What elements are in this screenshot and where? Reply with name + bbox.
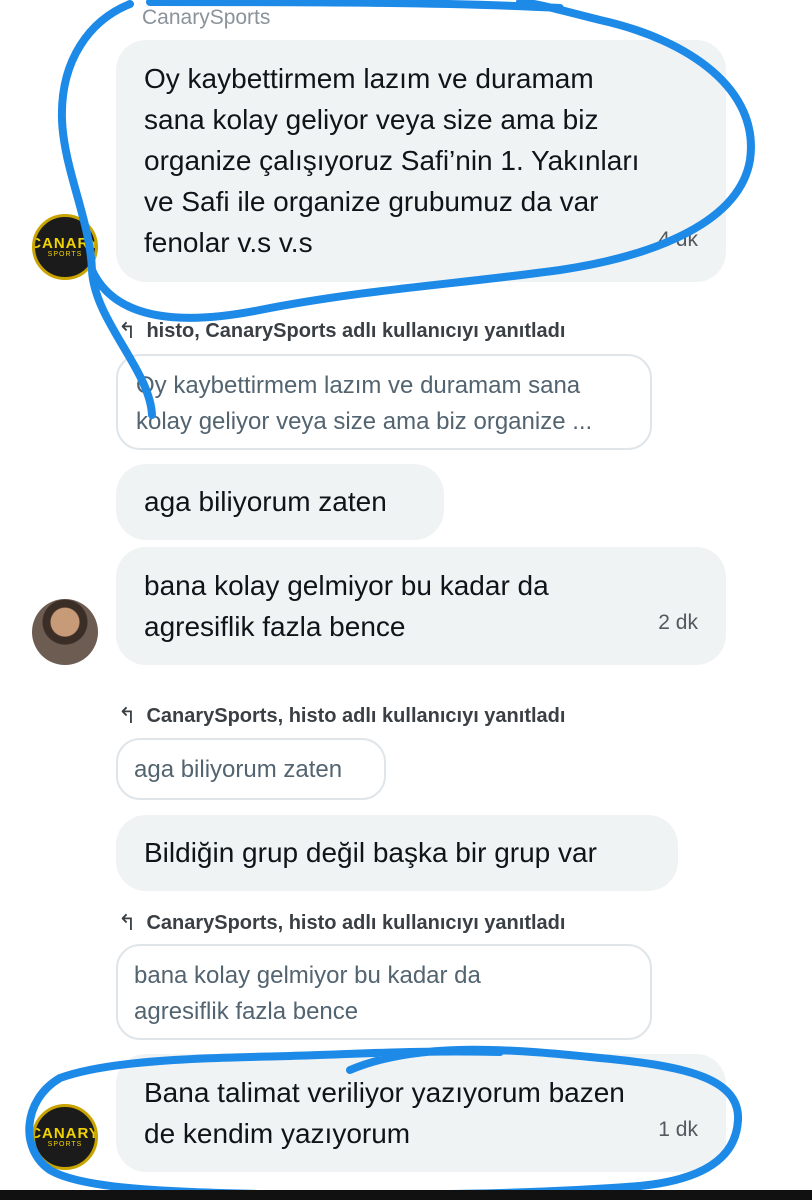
- avatar-logo-subtext: SPORTS: [47, 1140, 83, 1148]
- avatar-logo-text: CANARY: [32, 1124, 98, 1142]
- message-text: aga biliyorum zaten: [144, 486, 387, 517]
- message-text: Bildiğin grup değil başka bir grup var: [144, 837, 597, 868]
- message-bubble[interactable]: Oy kaybettirmem lazım ve duramam sana ko…: [116, 40, 726, 282]
- quoted-message[interactable]: Oy kaybettirmem lazım ve duramam sana ko…: [116, 354, 652, 450]
- reply-header-text: CanarySports, histo adlı kullanıcıyı yan…: [146, 704, 566, 727]
- message-time: 2 dk: [658, 611, 698, 634]
- bottom-edge-bar: [0, 1190, 812, 1200]
- user-avatar[interactable]: [32, 599, 98, 665]
- message-time: 4 dk: [658, 228, 698, 251]
- reply-header: ↰ histo, CanarySports adlı kullanıcıyı y…: [118, 318, 565, 344]
- message-text: Bana talimat veriliyor yazıyorum bazen d…: [144, 1077, 625, 1149]
- canary-avatar[interactable]: CANARY SPORTS: [32, 1104, 98, 1170]
- reply-arrow-icon: ↰: [118, 703, 137, 728]
- message-bubble[interactable]: Bildiğin grup değil başka bir grup var: [116, 815, 678, 891]
- message-text: Oy kaybettirmem lazım ve duramam sana ko…: [144, 63, 640, 258]
- message-bubble[interactable]: aga biliyorum zaten: [116, 464, 444, 540]
- message-bubble[interactable]: bana kolay gelmiyor bu kadar da agresifl…: [116, 547, 726, 665]
- reply-arrow-icon: ↰: [118, 910, 137, 935]
- message-time: 1 dk: [658, 1118, 698, 1141]
- reply-header-text: CanarySports, histo adlı kullanıcıyı yan…: [146, 911, 566, 934]
- quoted-message[interactable]: aga biliyorum zaten: [116, 738, 386, 800]
- reply-header: ↰ CanarySports, histo adlı kullanıcıyı y…: [118, 703, 565, 729]
- avatar-logo-subtext: SPORTS: [47, 250, 83, 258]
- sender-name: CanarySports: [142, 6, 271, 29]
- message-text: bana kolay gelmiyor bu kadar da agresifl…: [144, 570, 549, 642]
- message-bubble[interactable]: Bana talimat veriliyor yazıyorum bazen d…: [116, 1054, 726, 1172]
- avatar-logo-text: CANARY: [32, 234, 98, 252]
- reply-header: ↰ CanarySports, histo adlı kullanıcıyı y…: [118, 910, 565, 936]
- quoted-message[interactable]: bana kolay gelmiyor bu kadar da agresifl…: [116, 944, 652, 1040]
- reply-arrow-icon: ↰: [118, 318, 137, 343]
- reply-header-text: histo, CanarySports adlı kullanıcıyı yan…: [146, 319, 566, 342]
- canary-avatar[interactable]: CANARY SPORTS: [32, 214, 98, 280]
